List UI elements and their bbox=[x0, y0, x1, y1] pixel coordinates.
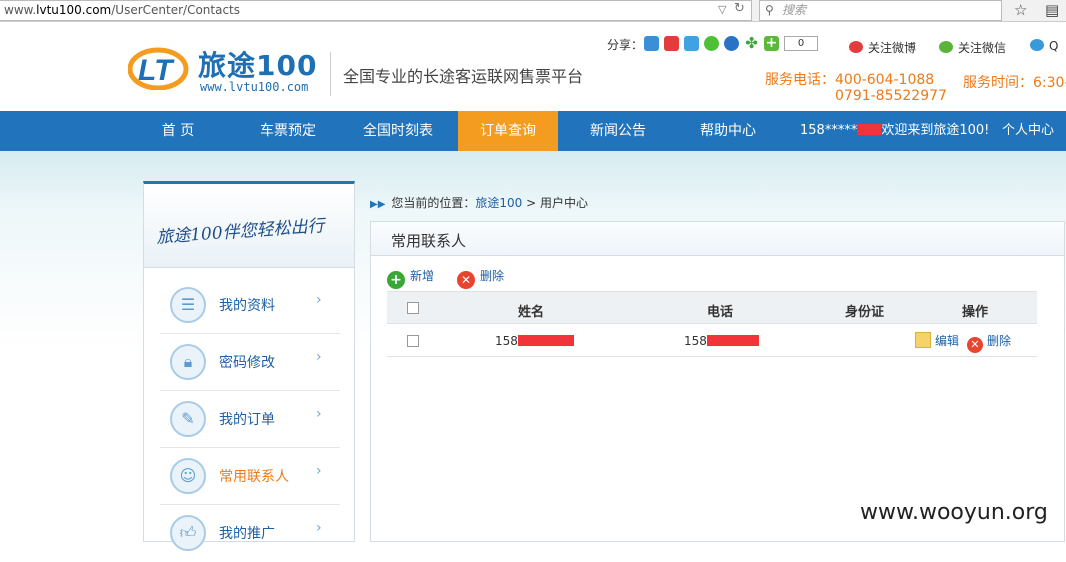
contact-phone: 158 bbox=[684, 334, 759, 348]
watermark: www.wooyun.org bbox=[860, 500, 1048, 525]
share-tencent-icon[interactable] bbox=[684, 36, 699, 51]
delete-icon: ✕ bbox=[967, 337, 983, 353]
browser-toolbar: www.lvtu100.com/UserCenter/Contacts ▽ ↻ … bbox=[0, 0, 1066, 22]
dropdown-arrow-icon[interactable]: ▽ bbox=[718, 3, 726, 16]
address-bar[interactable]: www.lvtu100.com/UserCenter/Contacts bbox=[0, 0, 752, 21]
table-row: 158 158 编辑 ✕ 删除 bbox=[387, 325, 1037, 357]
share-more-icon[interactable]: + bbox=[764, 36, 779, 51]
nav-ticket-booking[interactable]: 车票预定 bbox=[238, 111, 338, 151]
chevron-right-icon: › bbox=[316, 406, 322, 422]
sidebar-item-label: 常用联系人 bbox=[219, 469, 289, 485]
reload-icon[interactable]: ↻ bbox=[734, 1, 745, 16]
slogan: 全国专业的长途客运联网售票平台 bbox=[343, 67, 584, 86]
breadcrumb-home-link[interactable]: 旅途100 bbox=[475, 196, 522, 210]
row-checkbox[interactable] bbox=[407, 335, 419, 347]
column-actions: 操作 bbox=[962, 305, 989, 320]
main-nav: 首 页 车票预定 全国时刻表 订单查询 新闻公告 帮助中心 158***** 欢迎… bbox=[0, 111, 1066, 151]
share-label: 分享： bbox=[607, 38, 644, 52]
hotline: 服务电话：400-604-1088 bbox=[765, 72, 935, 88]
search-input[interactable]: ⚲ 搜索 bbox=[759, 0, 1002, 21]
hotline-2: 0791-85522977 bbox=[835, 88, 947, 104]
nav-timetable[interactable]: 全国时刻表 bbox=[348, 111, 448, 151]
share-wechat-icon[interactable] bbox=[704, 36, 719, 51]
sidebar-banner: 旅途100伴您轻松出行 bbox=[144, 184, 354, 268]
sidebar-item-label: 密码修改 bbox=[219, 355, 275, 371]
profile-icon: ☰ bbox=[170, 287, 206, 323]
delete-contacts-button[interactable]: ✕ 删除 bbox=[457, 267, 504, 289]
thumbs-up-icon: 👍︎ bbox=[170, 515, 206, 551]
wechat-icon bbox=[939, 41, 953, 53]
service-time: 服务时间：6:30- bbox=[963, 75, 1066, 91]
chevron-right-icon: › bbox=[316, 292, 322, 308]
nav-order-query[interactable]: 订单查询 bbox=[458, 111, 558, 151]
edit-note-icon bbox=[915, 332, 931, 348]
share-count: 0 bbox=[784, 36, 818, 51]
sidebar-item-label: 我的资料 bbox=[219, 298, 275, 314]
add-contact-button[interactable]: + 新增 bbox=[387, 267, 434, 289]
lt-logo-icon: LT bbox=[128, 47, 189, 90]
panel-title: 常用联系人 bbox=[391, 232, 467, 250]
sidebar-item-promotion[interactable]: 👍︎ 我的推广 › bbox=[160, 505, 340, 562]
chevron-right-icon: › bbox=[316, 463, 322, 479]
weibo-icon bbox=[849, 41, 863, 53]
sidebar-item-orders[interactable]: ✎ 我的订单 › bbox=[160, 391, 340, 448]
nav-news[interactable]: 新闻公告 bbox=[568, 111, 668, 151]
qq-icon bbox=[1030, 39, 1044, 51]
plus-icon: + bbox=[387, 271, 405, 289]
chevron-right-icon: › bbox=[316, 520, 322, 536]
nav-help[interactable]: 帮助中心 bbox=[678, 111, 778, 151]
redaction-mark bbox=[706, 335, 759, 346]
sidebar-item-contacts[interactable]: ☺ 常用联系人 › bbox=[160, 448, 340, 505]
contact-name: 158 bbox=[495, 334, 574, 348]
bookmark-star-icon[interactable]: ☆ bbox=[1014, 1, 1027, 19]
column-id-card: 身份证 bbox=[845, 305, 885, 320]
delete-contact-button[interactable]: ✕ 删除 bbox=[967, 332, 1011, 353]
column-phone: 电话 bbox=[707, 305, 734, 320]
sidebar-item-label: 我的订单 bbox=[219, 412, 275, 428]
edit-contact-button[interactable]: 编辑 bbox=[915, 332, 959, 349]
follow-weixin-link[interactable]: 关注微信 bbox=[939, 39, 1006, 56]
edit-order-icon: ✎ bbox=[170, 401, 206, 437]
sidebar-item-password[interactable]: 🔒︎ 密码修改 › bbox=[160, 334, 340, 391]
share-weibo-icon[interactable] bbox=[664, 36, 679, 51]
svg-text:LT: LT bbox=[138, 54, 175, 87]
chevron-right-icon: › bbox=[316, 349, 322, 365]
share-qzone-icon[interactable] bbox=[644, 36, 659, 51]
logo-text: 旅途100 bbox=[198, 49, 318, 82]
panel-header: 常用联系人 bbox=[371, 222, 1064, 256]
search-icon: ⚲ bbox=[765, 3, 774, 17]
sidebar-item-profile[interactable]: ☰ 我的资料 › bbox=[160, 277, 340, 334]
table-header: 姓名 电话 身份证 操作 bbox=[387, 291, 1037, 324]
column-name: 姓名 bbox=[518, 305, 545, 320]
bookmarks-list-icon[interactable]: ▤ bbox=[1045, 1, 1059, 19]
sidebar-item-label: 我的推广 bbox=[219, 526, 275, 542]
logo-url: www.lvtu100.com bbox=[200, 80, 309, 94]
breadcrumb: ▶▶ 您当前的位置：旅途100 > 用户中心 bbox=[370, 196, 589, 210]
redaction-mark bbox=[517, 335, 574, 346]
contacts-panel: 常用联系人 + 新增 ✕ 删除 姓名 电话 身份证 操作 158 158 编辑 ✕ 删… bbox=[370, 221, 1065, 542]
share-clover-icon[interactable]: ✤ bbox=[744, 36, 759, 51]
site-header: LT 旅途100 www.lvtu100.com 全国专业的长途客运联网售票平台… bbox=[0, 22, 1066, 111]
site-logo[interactable]: LT 旅途100 www.lvtu100.com bbox=[128, 40, 328, 100]
user-sidebar: 旅途100伴您轻松出行 ☰ 我的资料 › 🔒︎ 密码修改 › ✎ 我的订单 › … bbox=[143, 181, 355, 551]
nav-user-center[interactable]: 个人中心 bbox=[1002, 111, 1054, 151]
share-renren-icon[interactable] bbox=[724, 36, 739, 51]
contacts-icon: ☺ bbox=[170, 458, 206, 494]
select-all-checkbox[interactable] bbox=[407, 302, 419, 314]
welcome-message: 158***** 欢迎来到旅途100! bbox=[800, 123, 990, 138]
follow-qq-link[interactable]: Q bbox=[1030, 39, 1058, 53]
follow-weibo-link[interactable]: 关注微博 bbox=[849, 39, 916, 56]
delete-icon: ✕ bbox=[457, 271, 475, 289]
breadcrumb-arrow-icon: ▶▶ bbox=[370, 199, 386, 210]
lock-icon: 🔒︎ bbox=[170, 344, 206, 380]
redaction-mark bbox=[857, 124, 882, 135]
nav-home[interactable]: 首 页 bbox=[128, 111, 228, 151]
logo-divider bbox=[330, 52, 331, 96]
